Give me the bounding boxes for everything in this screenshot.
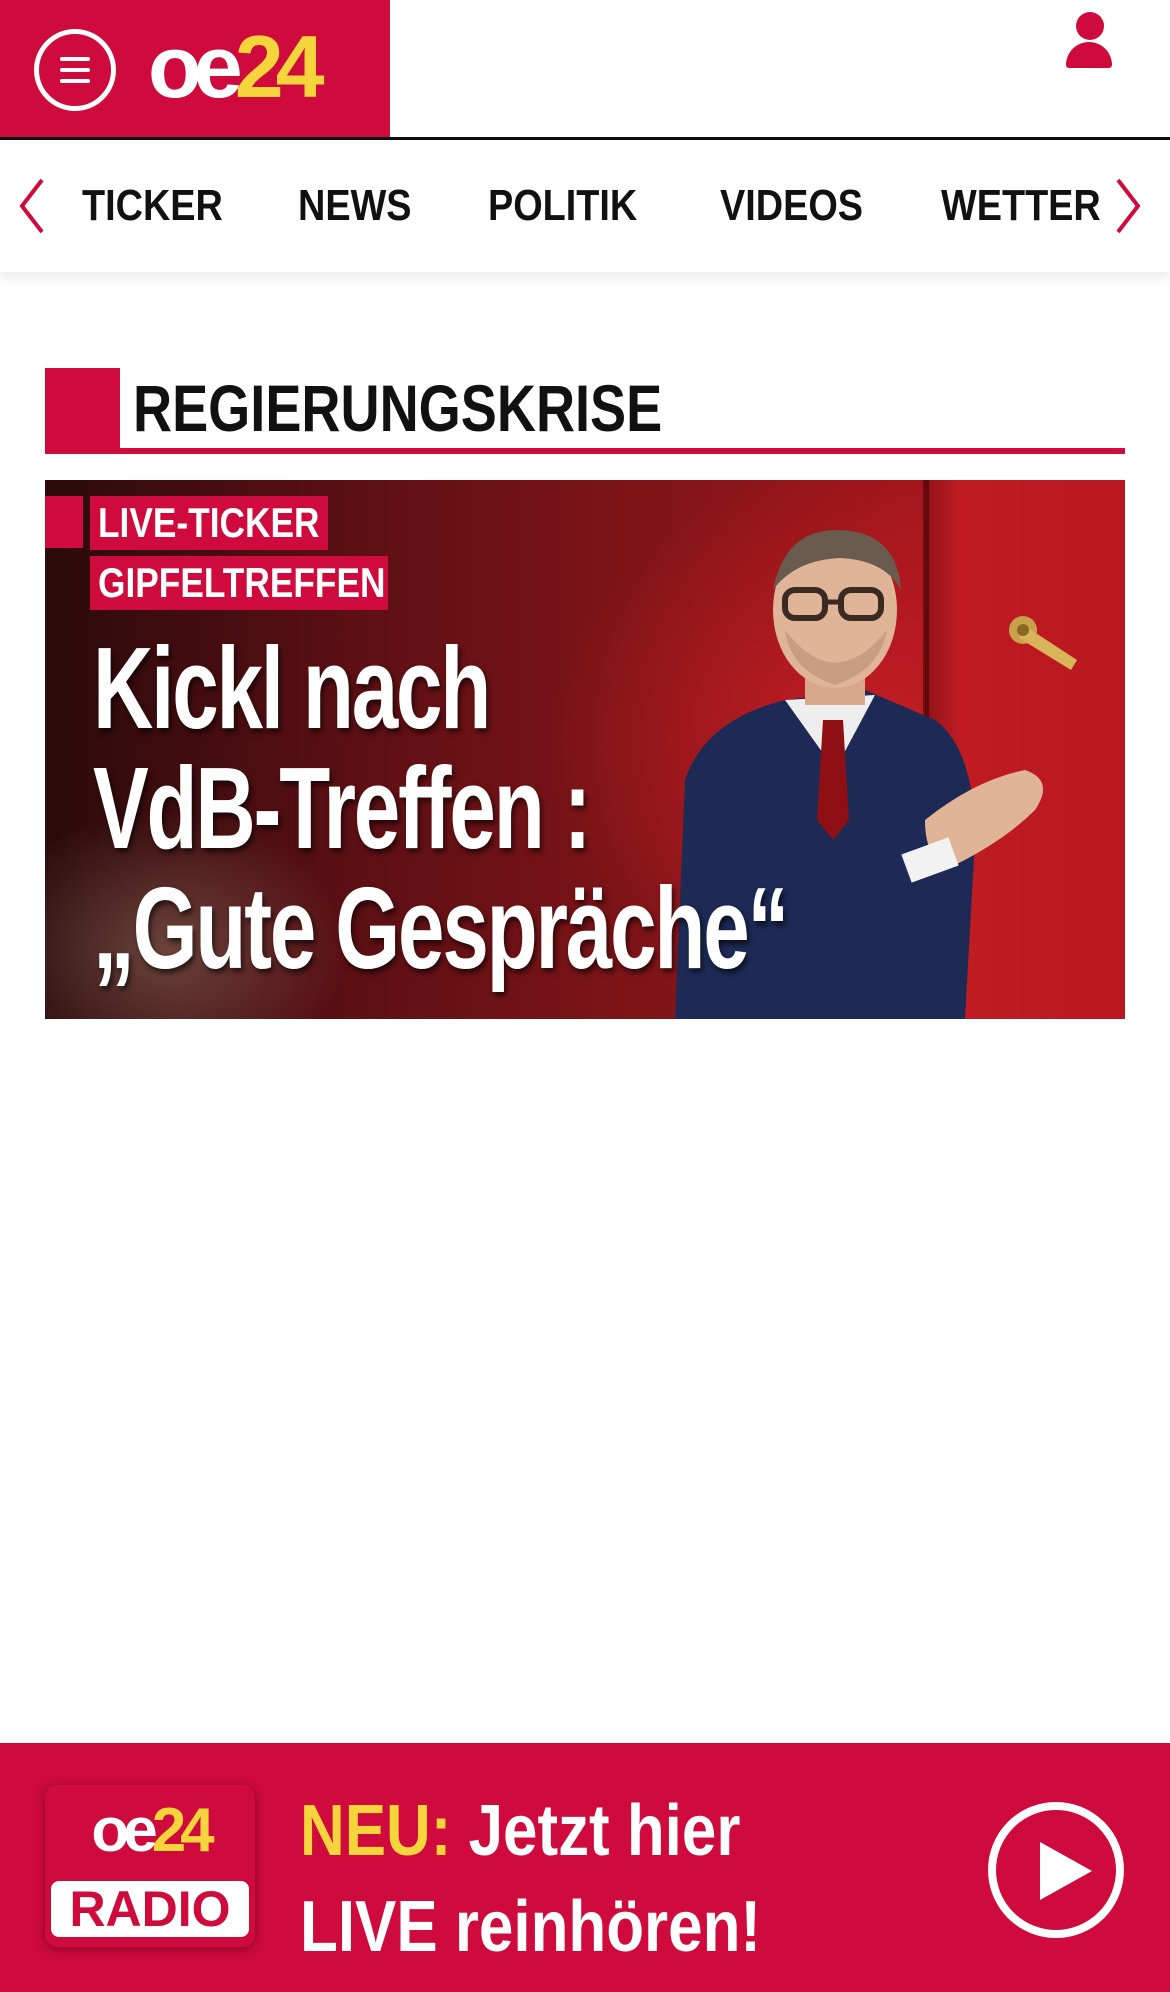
site-logo[interactable]: oe24	[148, 22, 325, 112]
radio-promo-text: NEU: Jetzt hier LIVE reinhören!	[300, 1783, 762, 1975]
hero-headline: Kickl nach VdB-Treffen : „Gute Gespräche…	[93, 623, 789, 993]
logo-oe: oe	[148, 17, 243, 116]
hero-article-card[interactable]: LIVE-TICKER GIPFELTREFFEN Kickl nach VdB…	[45, 480, 1125, 1019]
radio-line-2: LIVE reinhören!	[300, 1887, 762, 1967]
section-title: REGIERUNGSKRISE	[133, 371, 663, 445]
nav-item-wetter[interactable]: WETTER	[941, 176, 1101, 236]
headline-line-1: Kickl nach	[93, 623, 491, 753]
radio-line-1: Jetzt hier	[468, 1791, 741, 1871]
logo-24: 24	[234, 17, 325, 116]
radio-banner[interactable]: oe24 RADIO NEU: Jetzt hier LIVE reinhöre…	[0, 1743, 1170, 1992]
chevron-left-icon[interactable]	[12, 174, 52, 238]
headline-line-3: „Gute Gespräche“	[93, 863, 789, 993]
nav-item-ticker[interactable]: TICKER	[82, 176, 223, 236]
radio-logo: oe24 RADIO	[45, 1785, 255, 1947]
play-icon[interactable]	[988, 1802, 1124, 1938]
radio-neu-label: NEU:	[300, 1791, 452, 1871]
radio-logo-label: RADIO	[51, 1881, 249, 1937]
live-ticker-badge: LIVE-TICKER	[90, 496, 328, 550]
category-nav: TICKER NEWS POLITIK VIDEOS WETTER	[0, 140, 1170, 272]
user-icon[interactable]	[1063, 12, 1115, 72]
section-heading[interactable]: REGIERUNGSKRISE	[45, 368, 1125, 456]
section-underline	[45, 448, 1125, 454]
nav-item-videos[interactable]: VIDEOS	[720, 176, 863, 236]
topic-badge: GIPFELTREFFEN	[90, 556, 388, 610]
brand-block: oe24	[0, 0, 390, 137]
nav-item-news[interactable]: NEWS	[298, 176, 412, 236]
radio-logo-oe: oe	[91, 1796, 157, 1865]
top-header: oe24	[0, 0, 1170, 140]
headline-line-2: VdB-Treffen :	[93, 743, 591, 873]
section-marker	[45, 368, 120, 454]
badge-marker	[45, 496, 83, 548]
radio-logo-24: 24	[151, 1796, 215, 1865]
chevron-right-icon[interactable]	[1108, 174, 1148, 238]
hamburger-menu-icon[interactable]	[34, 29, 116, 111]
nav-item-politik[interactable]: POLITIK	[488, 176, 637, 236]
